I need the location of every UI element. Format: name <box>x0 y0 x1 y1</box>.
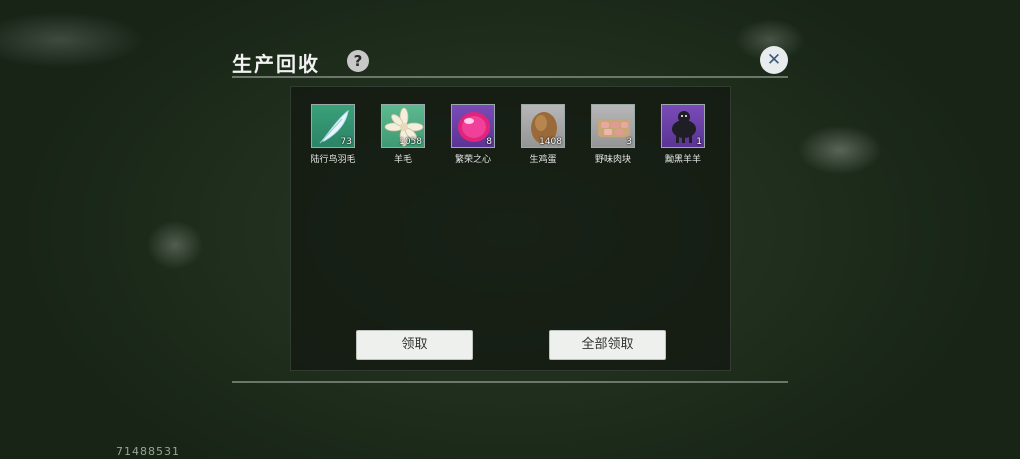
divider-top <box>232 76 788 78</box>
item-label: 野味肉块 <box>594 155 631 165</box>
item-count: 3 <box>626 137 632 147</box>
item-black-sheep[interactable]: 1 黝黑羊羊 <box>661 104 731 165</box>
feather-icon: 73 <box>311 104 355 148</box>
claim-all-button[interactable]: 全部领取 <box>549 330 666 360</box>
wool-icon: 1058 <box>381 104 425 148</box>
item-meat[interactable]: 3 野味肉块 <box>591 104 661 165</box>
item-label: 陆行鸟羽毛 <box>310 155 356 165</box>
item-egg[interactable]: 1408 生鸡蛋 <box>521 104 591 165</box>
item-list: 73 陆行鸟羽毛 1058 羊毛 8 繁荣之心 1408 生鸡蛋 3 野味肉块 … <box>310 104 731 165</box>
claim-button[interactable]: 领取 <box>356 330 473 360</box>
item-label: 羊毛 <box>393 155 412 165</box>
black-sheep-icon: 1 <box>661 104 705 148</box>
item-count: 1 <box>696 137 702 147</box>
pink-gem-icon: 8 <box>451 104 495 148</box>
item-count: 8 <box>486 137 492 147</box>
recycle-panel: 73 陆行鸟羽毛 1058 羊毛 8 繁荣之心 1408 生鸡蛋 3 野味肉块 … <box>290 86 731 371</box>
page-title: 生产回收 <box>232 52 320 76</box>
item-count: 73 <box>340 137 352 147</box>
item-label: 黝黑羊羊 <box>664 155 701 165</box>
item-count: 1408 <box>539 137 562 147</box>
divider-bottom <box>232 381 788 383</box>
item-label: 生鸡蛋 <box>529 155 557 165</box>
title-bar: 生产回收 ? ✕ <box>232 44 788 78</box>
help-icon[interactable]: ? <box>347 50 369 72</box>
item-count: 1058 <box>399 137 422 147</box>
item-wool[interactable]: 1058 羊毛 <box>381 104 451 165</box>
egg-icon: 1408 <box>521 104 565 148</box>
player-uid: 71488531 <box>116 445 180 458</box>
item-label: 繁荣之心 <box>454 155 491 165</box>
item-heart[interactable]: 8 繁荣之心 <box>451 104 521 165</box>
meat-icon: 3 <box>591 104 635 148</box>
close-button[interactable]: ✕ <box>760 46 788 74</box>
item-feather[interactable]: 73 陆行鸟羽毛 <box>310 104 381 165</box>
